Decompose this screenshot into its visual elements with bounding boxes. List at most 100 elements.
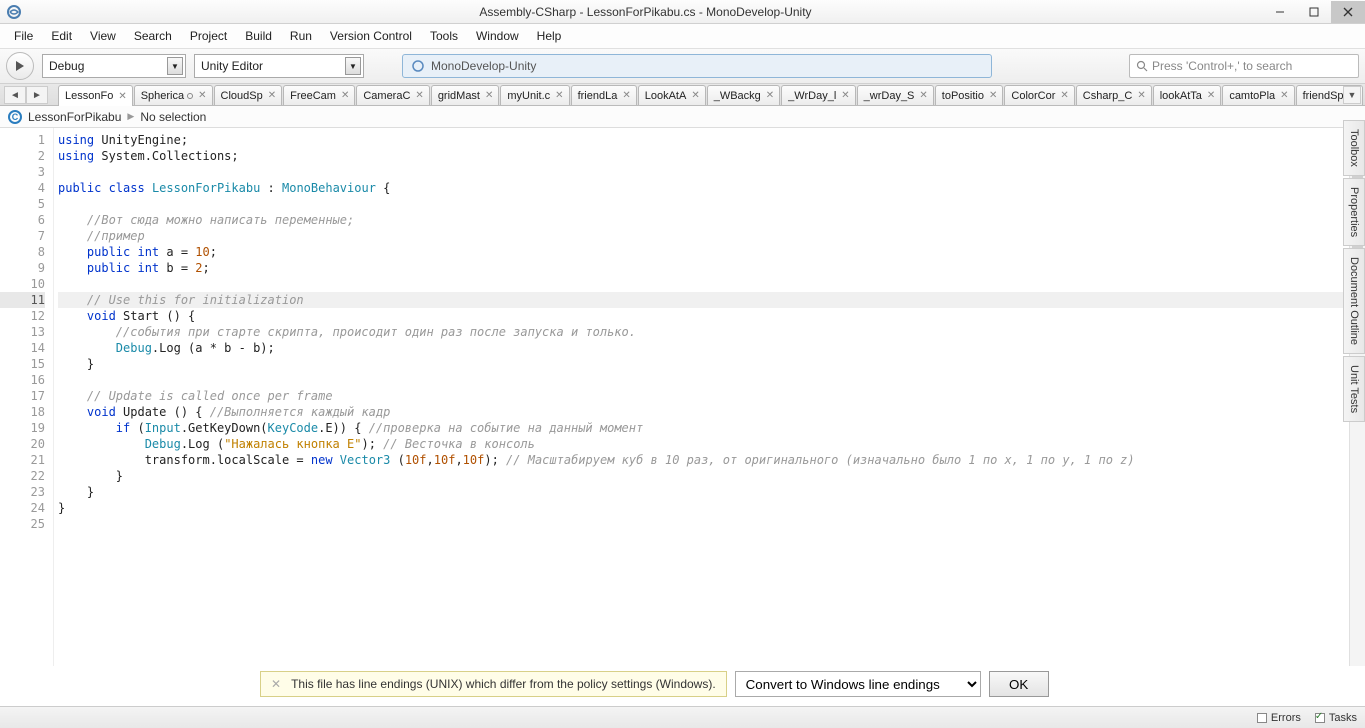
notification-action-select[interactable]: Convert to Windows line endings <box>735 671 981 697</box>
menu-view[interactable]: View <box>82 26 124 46</box>
tab-close-icon[interactable]: ✕ <box>196 90 208 101</box>
code-line[interactable]: transform.localScale = new Vector3 (10f,… <box>58 452 1349 468</box>
tab-close-icon[interactable]: ✕ <box>553 90 565 101</box>
tab-label: FreeCam <box>290 90 336 102</box>
menu-tools[interactable]: Tools <box>422 26 466 46</box>
tab-4[interactable]: CameraC✕ <box>356 85 429 105</box>
search-box[interactable]: Press 'Control+,' to search <box>1129 54 1359 78</box>
side-pane-document-outline[interactable]: Document Outline <box>1343 248 1365 354</box>
tab-nav-back[interactable]: ◄ <box>4 86 26 104</box>
menu-search[interactable]: Search <box>126 26 180 46</box>
tab-15[interactable]: lookAtTa✕ <box>1153 85 1222 105</box>
notification-ok-button[interactable]: OK <box>989 671 1049 697</box>
code-line[interactable] <box>58 164 1349 180</box>
tab-10[interactable]: _WrDay_l✕ <box>781 85 855 105</box>
status-errors[interactable]: Errors <box>1257 712 1301 724</box>
tab-1[interactable]: Spherica✕ <box>134 85 213 105</box>
tab-8[interactable]: LookAtA✕ <box>638 85 706 105</box>
breadcrumb-file[interactable]: LessonForPikabu <box>28 110 121 124</box>
code-line[interactable] <box>58 372 1349 388</box>
tab-11[interactable]: _wrDay_S✕ <box>857 85 934 105</box>
tab-9[interactable]: _WBackg✕ <box>707 85 780 105</box>
code-line[interactable]: Debug.Log ("Нажалась кнопка E"); // Вест… <box>58 436 1349 452</box>
side-pane-toolbox[interactable]: Toolbox <box>1343 120 1365 176</box>
code-line[interactable]: //Вот сюда можно написать переменные; <box>58 212 1349 228</box>
code-line[interactable]: public int a = 10; <box>58 244 1349 260</box>
side-pane-unit-tests[interactable]: Unit Tests <box>1343 356 1365 422</box>
code-line[interactable]: using UnityEngine; <box>58 132 1349 148</box>
tab-close-icon[interactable]: ✕ <box>1135 90 1147 101</box>
configuration-combo[interactable]: Debug ▼ <box>42 54 186 78</box>
minimize-button[interactable] <box>1263 1 1297 23</box>
target-combo[interactable]: Unity Editor ▼ <box>194 54 364 78</box>
menu-run[interactable]: Run <box>282 26 320 46</box>
code-line[interactable]: } <box>58 500 1349 516</box>
tab-close-icon[interactable]: ✕ <box>116 91 128 102</box>
menu-bar: FileEditViewSearchProjectBuildRunVersion… <box>0 24 1365 48</box>
tab-0[interactable]: LessonFo✕ <box>58 85 133 106</box>
tab-14[interactable]: Csharp_C✕ <box>1076 85 1152 105</box>
code-line[interactable]: } <box>58 356 1349 372</box>
tab-close-icon[interactable]: ✕ <box>987 90 999 101</box>
maximize-button[interactable] <box>1297 1 1331 23</box>
tab-close-icon[interactable]: ✕ <box>689 90 701 101</box>
window-title: Assembly-CSharp - LessonForPikabu.cs - M… <box>28 5 1263 19</box>
menu-edit[interactable]: Edit <box>43 26 80 46</box>
code-line[interactable] <box>58 516 1349 532</box>
code-line[interactable]: void Update () { //Выполняется каждый ка… <box>58 404 1349 420</box>
tab-16[interactable]: camtoPla✕ <box>1222 85 1294 105</box>
menu-build[interactable]: Build <box>237 26 280 46</box>
tab-overflow-button[interactable]: ▼ <box>1343 86 1361 104</box>
menu-file[interactable]: File <box>6 26 41 46</box>
code-line[interactable]: public int b = 2; <box>58 260 1349 276</box>
process-box[interactable]: MonoDevelop-Unity <box>402 54 992 78</box>
code-line[interactable]: if (Input.GetKeyDown(KeyCode.E)) { //про… <box>58 420 1349 436</box>
tab-13[interactable]: ColorCor✕ <box>1004 85 1074 105</box>
tab-close-icon[interactable]: ✕ <box>1278 90 1290 101</box>
status-tasks[interactable]: Tasks <box>1315 712 1357 724</box>
tab-2[interactable]: CloudSp✕ <box>214 85 283 105</box>
tab-label: friendSp <box>1303 90 1344 102</box>
code-line[interactable]: //пример <box>58 228 1349 244</box>
line-number: 21 <box>0 452 45 468</box>
menu-window[interactable]: Window <box>468 26 527 46</box>
code-line[interactable]: // Use this for initialization <box>58 292 1349 308</box>
run-button[interactable] <box>6 52 34 80</box>
code-line[interactable]: Debug.Log (a * b - b); <box>58 340 1349 356</box>
tab-close-icon[interactable]: ✕ <box>483 90 495 101</box>
code-line[interactable]: public class LessonForPikabu : MonoBehav… <box>58 180 1349 196</box>
menu-help[interactable]: Help <box>529 26 570 46</box>
code-line[interactable] <box>58 196 1349 212</box>
tab-close-icon[interactable]: ✕ <box>1058 90 1070 101</box>
code-line[interactable] <box>58 276 1349 292</box>
menu-project[interactable]: Project <box>182 26 235 46</box>
tab-3[interactable]: FreeCam✕ <box>283 85 355 105</box>
code-line[interactable]: // Update is called once per frame <box>58 388 1349 404</box>
tab-close-icon[interactable]: ✕ <box>413 90 425 101</box>
notification-bar: ✕ This file has line endings (UNIX) whic… <box>260 670 1049 698</box>
tab-close-icon[interactable]: ✕ <box>620 90 632 101</box>
tab-5[interactable]: gridMast✕ <box>431 85 500 105</box>
code-line[interactable]: void Start () { <box>58 308 1349 324</box>
menu-version-control[interactable]: Version Control <box>322 26 420 46</box>
tab-close-icon[interactable]: ✕ <box>266 90 278 101</box>
code-editor[interactable]: 1234567891011121314151617181920212223242… <box>0 128 1365 666</box>
breadcrumb-selection[interactable]: No selection <box>140 110 206 124</box>
code-area[interactable]: using UnityEngine;using System.Collectio… <box>54 128 1349 666</box>
tab-close-icon[interactable]: ✕ <box>339 90 351 101</box>
notification-close-icon[interactable]: ✕ <box>271 677 281 691</box>
side-pane-properties[interactable]: Properties <box>1343 178 1365 246</box>
tab-7[interactable]: friendLa✕ <box>571 85 637 105</box>
tab-close-icon[interactable]: ✕ <box>764 90 776 101</box>
code-line[interactable]: } <box>58 468 1349 484</box>
code-line[interactable]: } <box>58 484 1349 500</box>
tab-nav-forward[interactable]: ► <box>26 86 48 104</box>
tab-close-icon[interactable]: ✕ <box>917 90 929 101</box>
tab-close-icon[interactable]: ✕ <box>839 90 851 101</box>
tab-6[interactable]: myUnit.c✕ <box>500 85 569 105</box>
code-line[interactable]: using System.Collections; <box>58 148 1349 164</box>
tab-12[interactable]: toPositio✕ <box>935 85 1004 105</box>
tab-close-icon[interactable]: ✕ <box>1205 90 1217 101</box>
code-line[interactable]: //события при старте скрипта, происодит … <box>58 324 1349 340</box>
close-button[interactable] <box>1331 1 1365 23</box>
